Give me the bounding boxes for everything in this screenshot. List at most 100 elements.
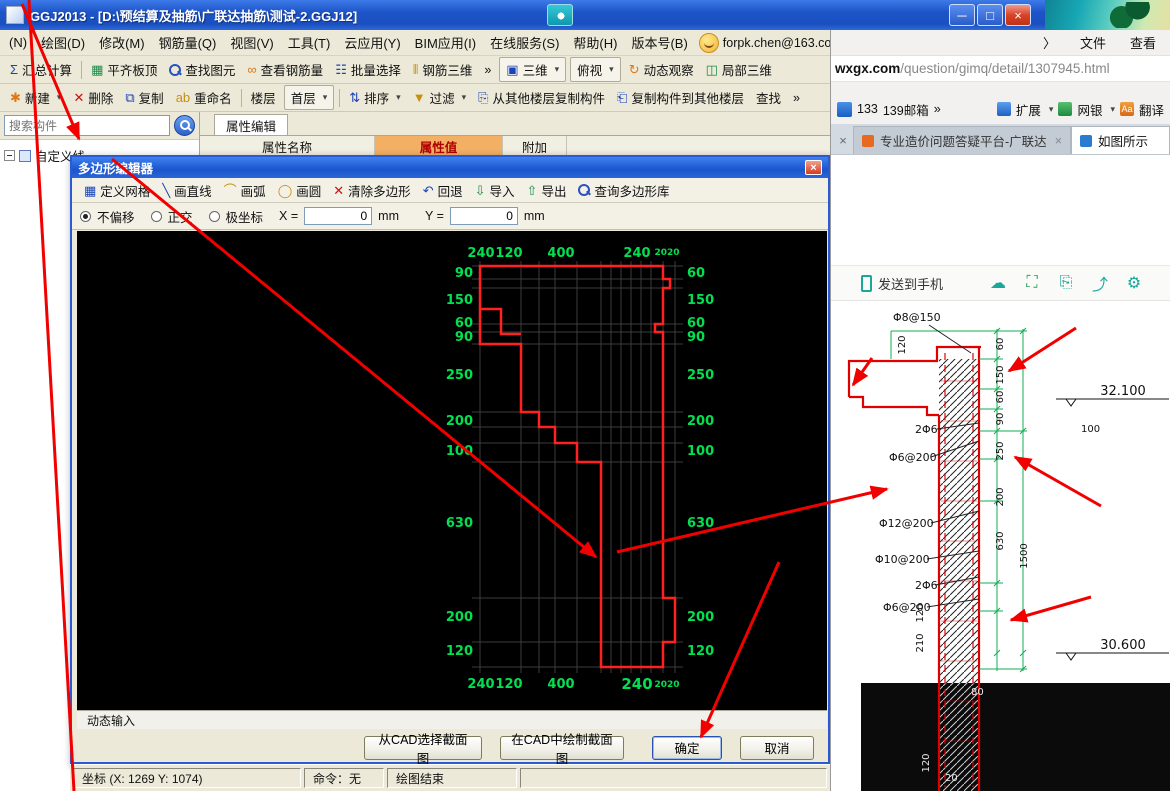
extension-overflow[interactable]: » [934,102,941,116]
filter-button[interactable]: ▼ 过滤 ▾ [407,86,472,109]
copy-image-icon[interactable]: ⎘ [1056,274,1076,292]
col-property-value[interactable]: 属性值 [375,136,503,156]
ok-button[interactable]: 确定 [652,736,722,760]
svg-text:120: 120 [915,603,926,622]
copy-to-floor-button[interactable]: ⎗ 复制构件到其他楼层 [611,86,750,109]
dialog-close-button[interactable]: × [805,160,822,175]
face-emoji-icon[interactable] [699,33,719,53]
new-button[interactable]: ✱ 新建 ▾ [4,86,67,109]
copy-button[interactable]: ⧉ 复制 [119,86,169,109]
translate-button[interactable]: 翻译 [1139,100,1164,119]
menu-item-version[interactable]: 版本号(B) [624,31,694,54]
polygon-inner-step [480,309,521,334]
draw-arc-button[interactable]: ⌒ 画弧 [218,179,272,202]
draw-line-button[interactable]: ╲ 画直线 [156,179,217,202]
browser-menu-view[interactable]: 查看 [1130,33,1156,52]
rename-button[interactable]: ab 重命名 [170,86,238,109]
x-input[interactable] [304,207,372,225]
slab-grid-icon: ▦ [91,63,103,76]
menu-item-online[interactable]: 在线服务(S) [483,31,566,54]
ebank-button[interactable]: 网银 [1077,100,1102,119]
col-property-name[interactable]: 属性名称 [200,136,375,156]
share-icon[interactable]: ⤴ [1090,271,1110,295]
minimize-button[interactable]: ─ [949,4,975,26]
clear-polygon-button[interactable]: ✕ 清除多边形 [327,179,416,202]
tab-qa-platform[interactable]: 专业造价问题答疑平台-广联达 × [853,126,1071,154]
close-page-button[interactable]: × [835,129,851,151]
select-section-from-cad-button[interactable]: 从CAD选择截面图 [364,736,482,760]
desktop-wallpaper [1040,0,1170,30]
close-button[interactable]: × [1005,4,1031,26]
magnifier-icon [578,184,590,196]
svg-text:60: 60 [687,266,705,281]
partial-3d-button[interactable]: ◫ 局部三维 [700,58,778,81]
phone-icon [861,275,872,292]
radio-no-offset[interactable] [80,211,91,222]
mail-139-button[interactable]: 139邮箱 [883,100,929,119]
maximize-button[interactable]: □ [977,4,1003,26]
glasses-icon: ∞ [247,63,256,76]
menu-item-bim[interactable]: BIM应用(I) [408,31,483,54]
menu-item-fragment[interactable]: (N) [2,33,34,52]
chevron-icon[interactable]: 〉 [1043,33,1056,52]
find-element-button[interactable]: 查找图元 [163,58,241,81]
browser-menu-file[interactable]: 文件 [1080,33,1106,52]
menu-item-draw[interactable]: 绘图(D) [34,31,92,54]
define-grid-button[interactable]: ▦ 定义网格 [78,179,156,202]
radio-ortho[interactable] [151,211,162,222]
tab-favicon [862,135,874,147]
align-slab-button[interactable]: ▦ 平齐板顶 [85,58,163,81]
cancel-button[interactable]: 取消 [740,736,814,760]
fullscreen-icon[interactable]: ⛶ [1022,274,1042,292]
svg-text:Φ10@200: Φ10@200 [875,553,930,566]
cloud-icon[interactable]: ☁ [988,273,1008,293]
search-button[interactable] [174,115,195,136]
build-toolbar-overflow[interactable]: » [787,89,806,107]
polygon-editor-dialog: 多边形编辑器 × ▦ 定义网格 ╲ 画直线 ⌒ 画弧 ◯ 画圆 ✕ 清除多边形 … [70,155,830,764]
view-3d-button[interactable]: ▣ 三维 ▾ [499,57,566,82]
search-input[interactable] [4,115,170,136]
tab-image[interactable]: 如图所示 [1071,126,1170,154]
radio-polar[interactable] [209,211,220,222]
y-input[interactable] [450,207,518,225]
delete-button[interactable]: ✕ 删除 [67,86,119,109]
menu-item-help[interactable]: 帮助(H) [566,31,624,54]
rebar-3d-button[interactable]: ⫴ 钢筋三维 [407,58,478,81]
y-unit: mm [524,209,545,223]
tree-node-icon [19,150,31,162]
extend-button[interactable]: 扩展 [1016,100,1041,119]
copy-from-floor-button[interactable]: ⎘ 从其他楼层复制构件 [472,86,611,109]
rebar-detail-image[interactable]: Φ8@150 2Φ6 Φ6@200 Φ12@200 Φ10@200 2Φ6 Φ6… [831,301,1170,791]
cad-canvas[interactable]: 240 120 400 240 2020 90 150 60 90 250 20… [77,231,827,710]
assistant-icon[interactable] [547,4,573,26]
orbit-button[interactable]: ↻ 动态观察 [623,58,700,81]
gear-icon[interactable]: ⚙ [1124,273,1144,293]
draw-circle-button[interactable]: ◯ 画圆 [272,179,328,202]
menu-item-modify[interactable]: 修改(M) [92,31,152,54]
undo-button[interactable]: ↶ 回退 [417,179,469,202]
toolbar-overflow[interactable]: » [478,61,497,79]
dialog-mode-row: 不偏移 正交 极坐标 X = mm Y = mm [72,203,828,230]
export-button[interactable]: ⇧ 导出 [521,179,573,202]
import-button[interactable]: ⇩ 导入 [469,179,521,202]
tree-collapse-icon[interactable] [4,150,15,161]
address-bar[interactable]: wxgx.com/question/gimq/detail/1307945.ht… [831,56,1170,82]
send-to-phone-button[interactable]: 发送到手机 [861,274,943,293]
menu-item-view[interactable]: 视图(V) [223,31,280,54]
top-view-button[interactable]: 俯视 ▾ [570,57,621,82]
menu-item-tools[interactable]: 工具(T) [281,31,338,54]
menu-item-rebar[interactable]: 钢筋量(Q) [152,31,224,54]
tab-property-edit[interactable]: 属性编辑 [214,114,288,135]
find-button[interactable]: 查找 [750,86,787,109]
query-polygon-lib-button[interactable]: 查询多边形库 [572,179,675,202]
view-rebar-qty-button[interactable]: ∞ 查看钢筋量 [241,58,329,81]
summary-calc-button[interactable]: Σ 汇总计算 [4,58,78,81]
menu-item-cloud[interactable]: 云应用(Y) [337,31,407,54]
account-email[interactable]: forpk.chen@163.com [723,36,842,50]
tab-close-icon[interactable]: × [1055,134,1062,148]
sort-button[interactable]: ⇅ 排序 ▾ [343,86,406,109]
batch-select-button[interactable]: ☷ 批量选择 [329,58,407,81]
draw-section-in-cad-button[interactable]: 在CAD中绘制截面图 [500,736,624,760]
col-attach[interactable]: 附加 [503,136,567,156]
floor-select[interactable]: 首层 ▾ [284,85,335,110]
